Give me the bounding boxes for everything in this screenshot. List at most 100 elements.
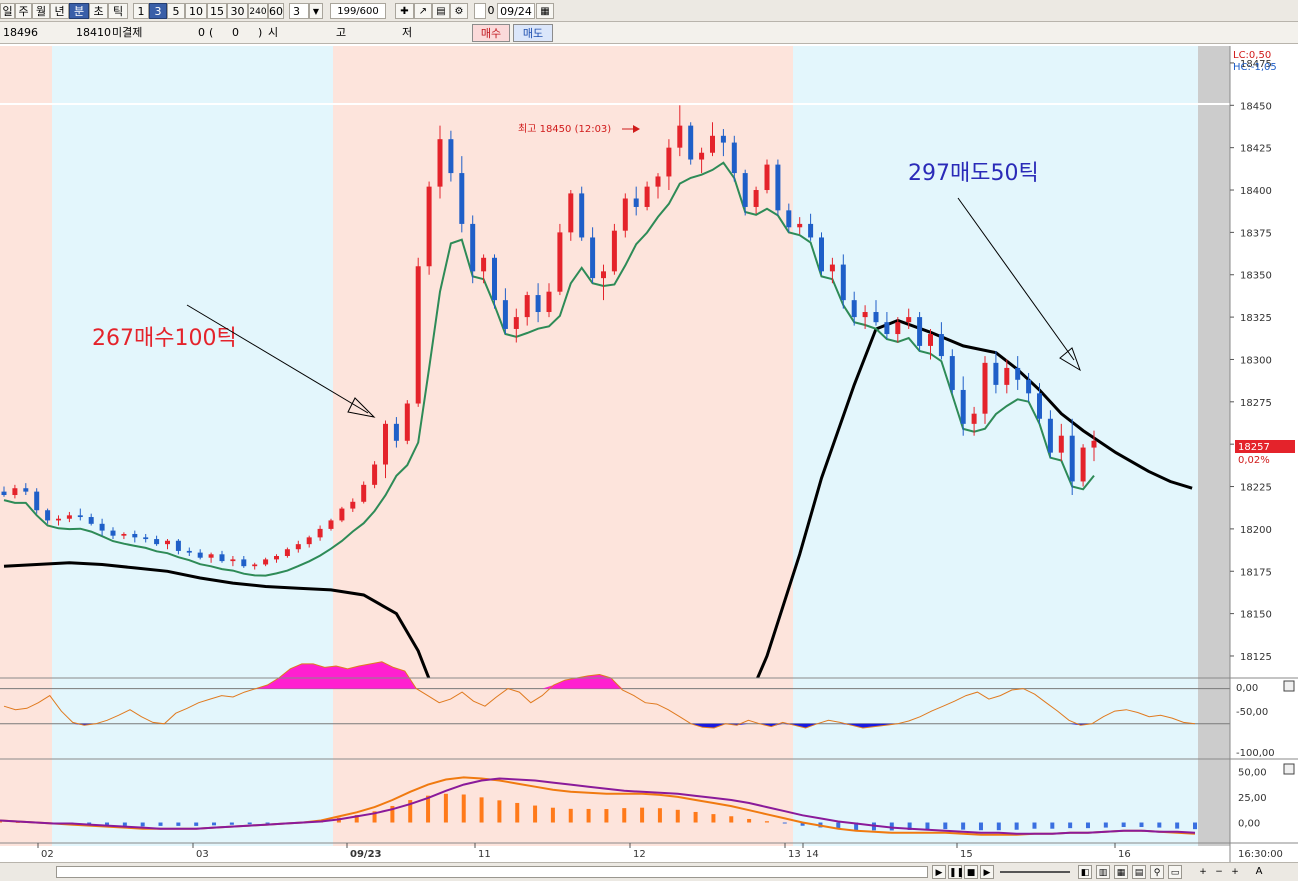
candle-body [644, 186, 650, 207]
macd-histogram-bar [158, 822, 163, 826]
candle-body [1069, 435, 1075, 482]
candle-body [99, 523, 105, 531]
macd-histogram-bar [1157, 822, 1162, 828]
candle-body [1026, 379, 1032, 394]
interval-5-button[interactable]: 5 [167, 3, 185, 19]
macd-histogram-bar [461, 794, 466, 823]
macd-histogram-bar [1014, 822, 1019, 830]
candle-body [263, 559, 269, 565]
osc-tick-label: 0,00 [1236, 683, 1258, 694]
gear-icon[interactable]: ⚙ [450, 3, 468, 19]
zoom-in-icon[interactable]: + [1196, 865, 1210, 879]
save-chart-icon[interactable]: ▤ [432, 3, 450, 19]
candle-body [34, 491, 40, 511]
candle-body [88, 517, 94, 524]
font-size-icon[interactable]: A [1252, 865, 1266, 879]
period-year-button[interactable]: 년 [50, 3, 69, 19]
buy-button[interactable]: 매수 [472, 24, 510, 42]
price-tick-label: 18350 [1240, 271, 1272, 282]
calendar-icon[interactable]: ▦ [536, 3, 554, 19]
window-icon[interactable]: ▭ [1168, 865, 1182, 879]
zoom-slider[interactable] [1000, 871, 1070, 873]
candle-body [808, 223, 814, 238]
macd-histogram-bar [533, 805, 538, 823]
candle-body [470, 223, 476, 272]
candlestick [415, 257, 421, 407]
close-icon[interactable] [1283, 680, 1295, 692]
macd-histogram-bar [1175, 822, 1180, 829]
chart-area[interactable]: 1847518450184251840018375183501832518300… [0, 44, 1298, 881]
quote-price-1: 18496 [3, 26, 38, 39]
macd-histogram-bar [176, 822, 181, 826]
checkbox[interactable] [474, 3, 486, 19]
close-icon[interactable] [1283, 763, 1295, 775]
step-forward-icon[interactable]: ▶ [980, 865, 994, 879]
session-backgrounds [0, 46, 1298, 862]
time-tick-label: 02 [41, 849, 54, 860]
zoom-out-icon[interactable]: − [1212, 865, 1226, 879]
search-icon[interactable]: ⚲ [1150, 865, 1164, 879]
period-week-button[interactable]: 주 [15, 3, 32, 19]
macd-histogram-bar [675, 809, 680, 823]
period-tick-button[interactable]: 틱 [108, 3, 128, 19]
candle-body [884, 322, 890, 335]
interval-240-button[interactable]: 240 [248, 3, 268, 19]
horizontal-scrollbar[interactable] [56, 866, 928, 878]
grid-icon[interactable]: ▤ [1132, 865, 1146, 879]
macd-histogram-bar [764, 821, 769, 823]
right-margin-area [1198, 46, 1230, 846]
candle-body [557, 232, 563, 292]
macd-histogram-bar [550, 807, 555, 823]
sell-annotation-text: 297매도50틱 [908, 161, 1039, 186]
candle-body [993, 362, 999, 385]
interval-30-button[interactable]: 30 [227, 3, 248, 19]
crosshair-tool-icon[interactable]: ✚ [395, 3, 414, 19]
pause-icon[interactable]: ❚❚ [948, 865, 964, 879]
macd-histogram-bar [622, 808, 627, 823]
price-tick-label: 18425 [1240, 144, 1272, 155]
period-second-button[interactable]: 초 [89, 3, 108, 19]
candle-body [622, 198, 628, 231]
candle-body [590, 237, 596, 279]
period-month-button[interactable]: 월 [32, 3, 50, 19]
candle-body [524, 295, 530, 318]
price-tick-label: 18225 [1240, 483, 1272, 494]
high-label: 고 [336, 26, 347, 39]
candle-body [1004, 367, 1010, 385]
interval-1-button[interactable]: 1 [133, 3, 149, 19]
reset-zoom-icon[interactable]: ◧ [1078, 865, 1092, 879]
macd-tick-label: 50,00 [1238, 767, 1267, 778]
interval-dropdown-chevron-down-icon[interactable]: ▼ [309, 3, 323, 19]
time-tick-label: 14 [806, 849, 819, 860]
play-icon[interactable]: ▶ [932, 865, 946, 879]
period-day-button[interactable]: 일 [0, 3, 15, 19]
candlestick [328, 518, 334, 531]
chart-type-icon[interactable]: ▥ [1096, 865, 1110, 879]
candlestick [34, 488, 40, 514]
interval-15-button[interactable]: 15 [207, 3, 227, 19]
sell-button[interactable]: 매도 [513, 24, 553, 42]
stop-icon[interactable]: ■ [964, 865, 978, 879]
interval-10-button[interactable]: 10 [185, 3, 207, 19]
period-minute-button[interactable]: 분 [69, 3, 89, 19]
data-count-field[interactable]: 199/600 [330, 3, 386, 19]
candle-body [579, 193, 585, 238]
candle-body [535, 295, 541, 313]
candle-body [1015, 367, 1021, 380]
layout-icon[interactable]: ▦ [1114, 865, 1128, 879]
macd-histogram-bar [515, 802, 520, 823]
candle-body [797, 223, 803, 228]
candle-body [121, 533, 127, 536]
candle-body [851, 300, 857, 318]
interval-60-button[interactable]: 60 [268, 3, 284, 19]
macd-histogram-bar [140, 822, 145, 827]
price-tick-label: 18150 [1240, 610, 1272, 621]
zoom-plus-icon[interactable]: + [1228, 865, 1242, 879]
candle-body [23, 488, 29, 492]
interval-input[interactable]: 3 [289, 3, 309, 19]
candle-body [66, 515, 72, 519]
status-bar: ▶ ❚❚ ■ ▶ ◧ ▥ ▦ ▤ ⚲ ▭ + − + A [0, 862, 1298, 881]
interval-3-button[interactable]: 3 [149, 3, 167, 19]
draw-line-tool-icon[interactable]: ↗ [414, 3, 432, 19]
date-field[interactable]: 09/24 [497, 3, 535, 19]
